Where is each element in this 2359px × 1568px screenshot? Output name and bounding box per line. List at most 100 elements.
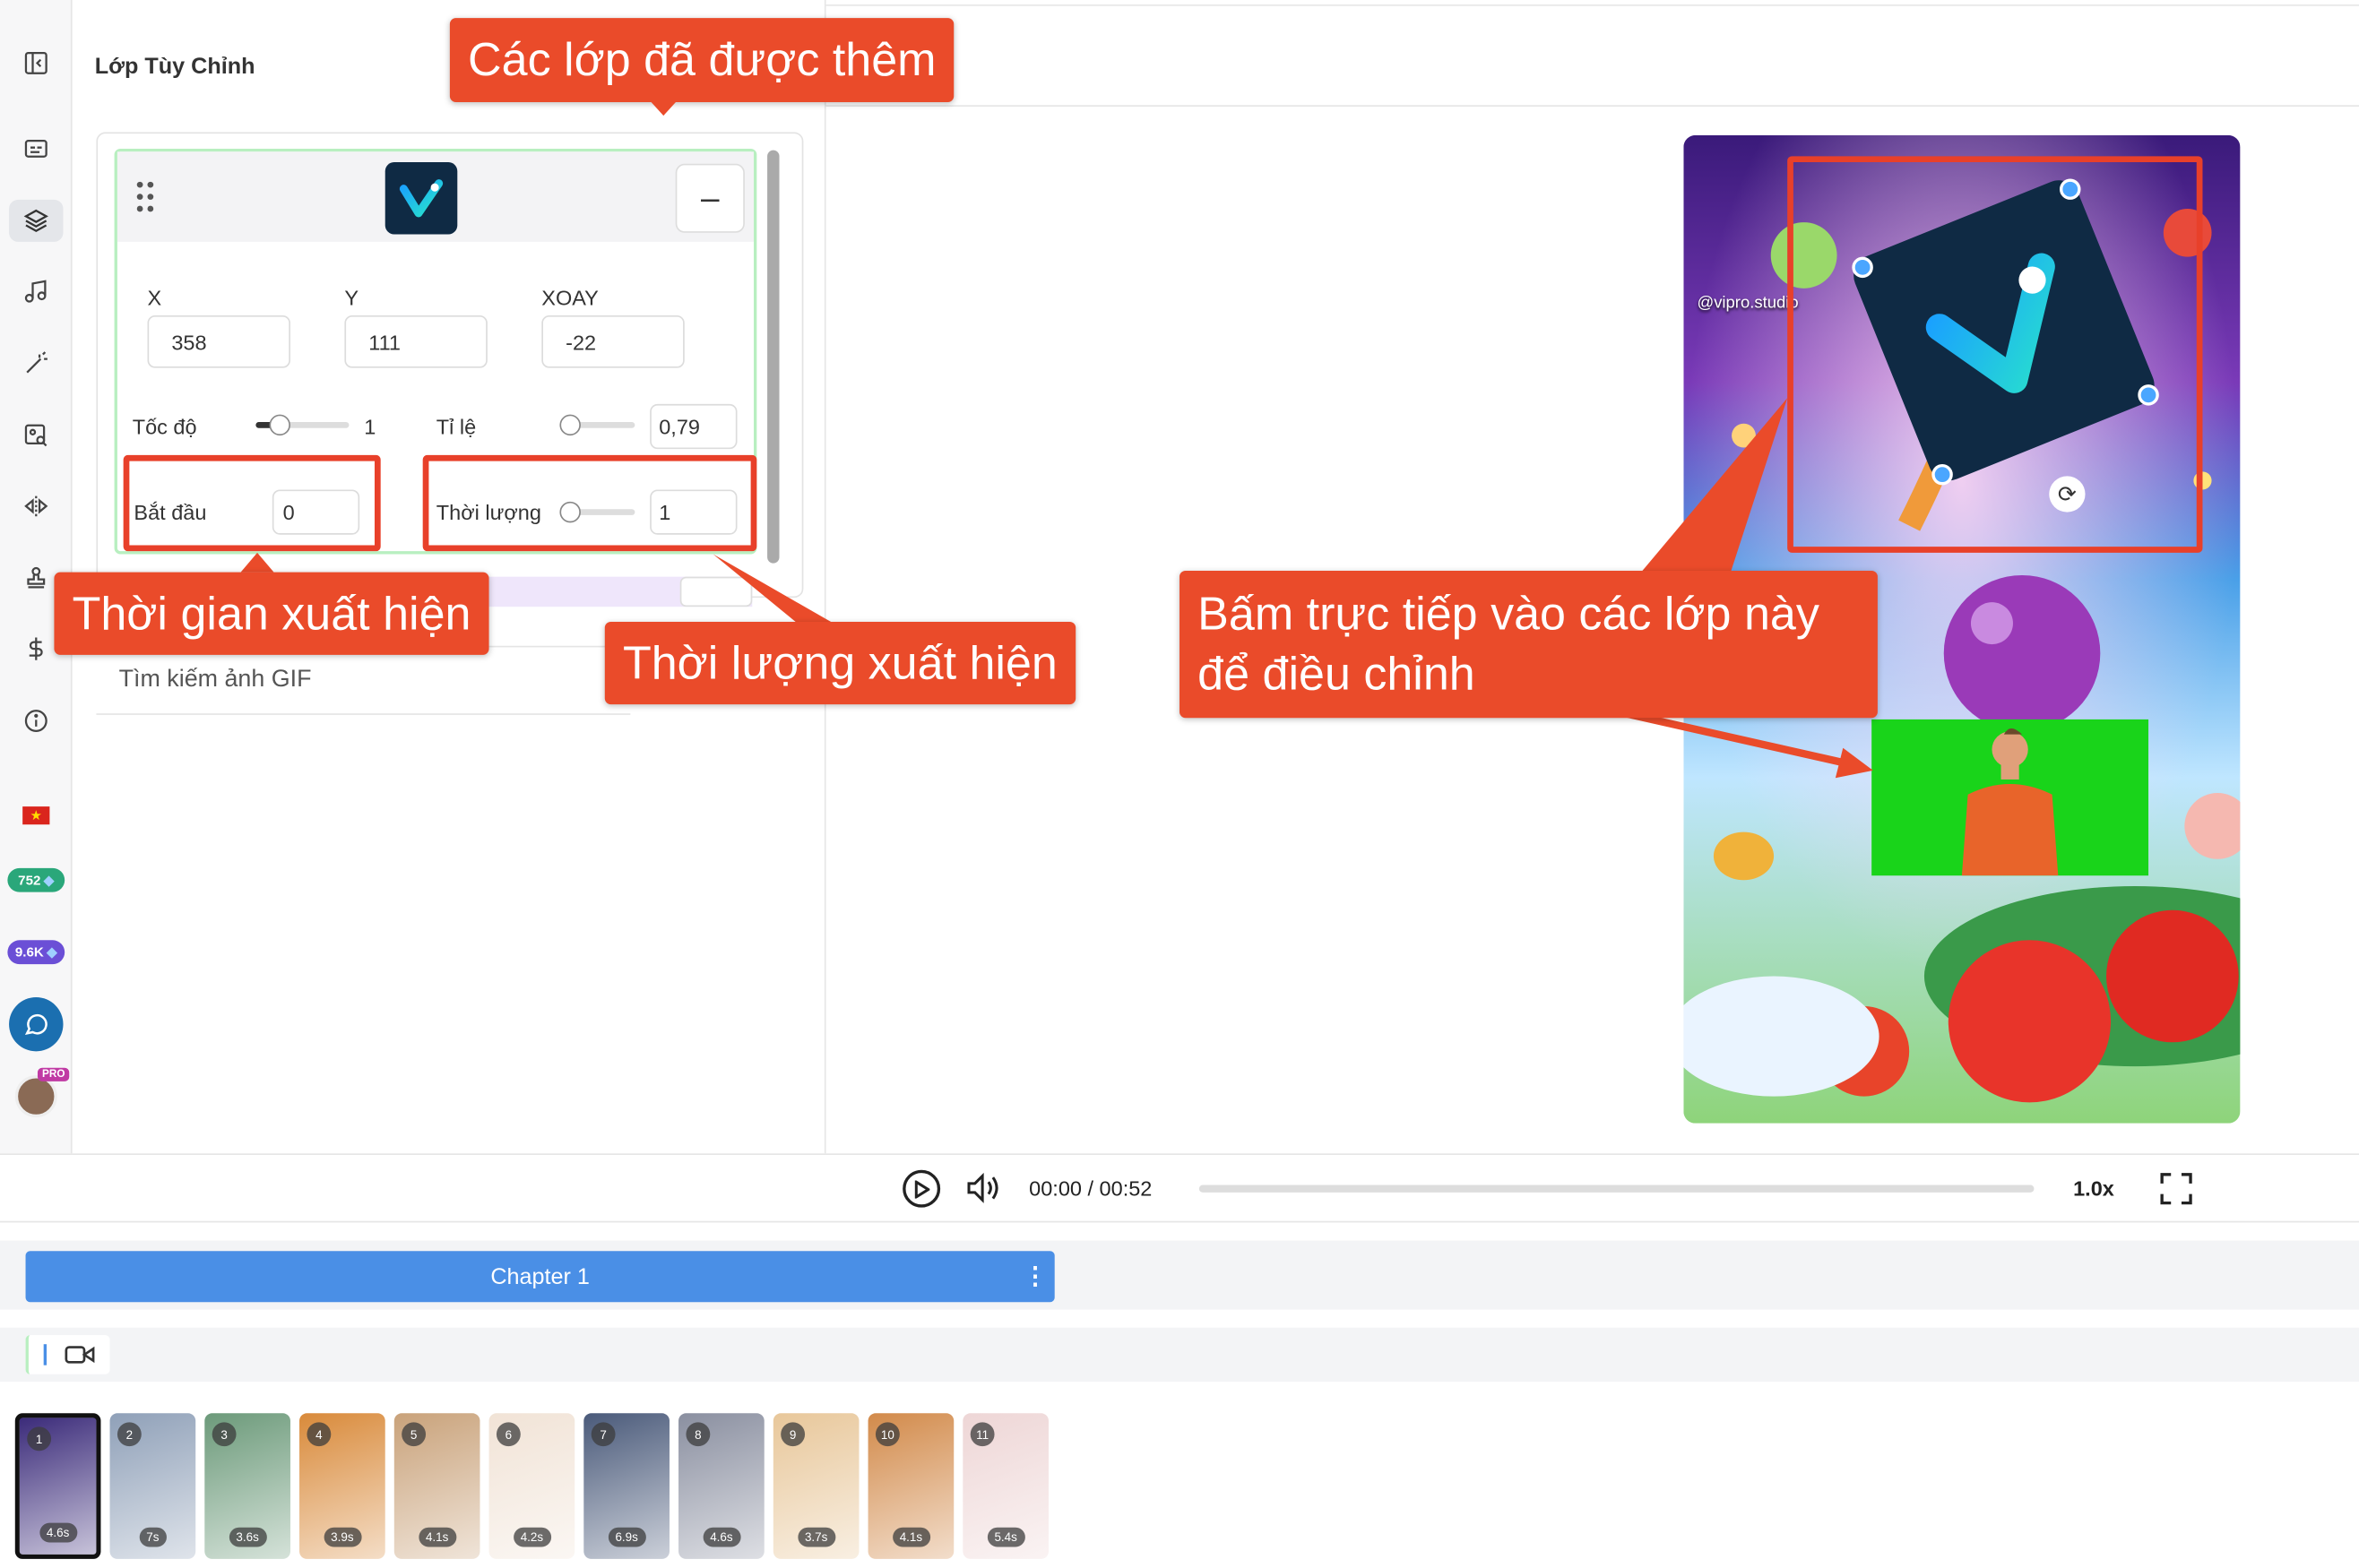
scene-thumbnail[interactable]: 8 4.6s xyxy=(678,1413,765,1559)
scene-duration: 5.4s xyxy=(987,1527,1025,1547)
user-avatar[interactable] xyxy=(14,1075,57,1118)
credit-badge-2: 9.6K ◆ xyxy=(7,940,65,965)
scene-thumbnail[interactable]: 6 4.2s xyxy=(488,1413,575,1559)
drag-handle-icon[interactable] xyxy=(136,181,159,215)
scale-input[interactable]: 0,79 xyxy=(650,403,738,450)
diamond-icon: ◆ xyxy=(43,872,55,887)
speed-slider[interactable] xyxy=(255,414,350,436)
scene-duration: 4.1s xyxy=(892,1527,930,1547)
x-input[interactable]: 358 xyxy=(147,315,290,368)
scene-number: 11 xyxy=(970,1422,995,1447)
pro-badge: PRO xyxy=(37,1067,70,1081)
scene-thumbnail[interactable]: 5 4.1s xyxy=(393,1413,480,1559)
scene-number: 3 xyxy=(212,1422,237,1447)
chapter-menu-icon[interactable]: ⋮ xyxy=(1023,1262,1047,1292)
time-display: 00:00 / 00:52 xyxy=(1029,1176,1153,1201)
chat-bubble-icon xyxy=(24,1013,48,1035)
stamp-icon[interactable] xyxy=(18,560,54,596)
diamond-icon: ◆ xyxy=(47,943,57,960)
video-camera-icon xyxy=(65,1346,95,1364)
header-divider xyxy=(825,105,2359,108)
speed-value: 1 xyxy=(364,414,376,439)
fullscreen-button[interactable] xyxy=(2159,1171,2194,1206)
volume-icon xyxy=(967,1172,998,1203)
scene-duration: 4.6s xyxy=(39,1522,77,1543)
fullscreen-icon xyxy=(2160,1173,2192,1205)
scene-duration: 3.9s xyxy=(323,1527,361,1547)
scene-number: 6 xyxy=(496,1422,521,1447)
music-icon[interactable] xyxy=(18,273,54,309)
scene-number: 9 xyxy=(781,1422,806,1447)
duration-highlight-box xyxy=(422,454,757,552)
presenter-figure xyxy=(1961,728,2059,876)
scene-duration: 3.7s xyxy=(797,1527,835,1547)
rotation-label: XOAY xyxy=(541,285,599,310)
start-highlight-box xyxy=(123,454,381,552)
layers-icon[interactable] xyxy=(9,199,64,242)
volume-button[interactable] xyxy=(964,1170,1004,1206)
v-logo-icon xyxy=(399,179,444,218)
callout-pointer xyxy=(713,554,834,624)
rotation-input[interactable]: -22 xyxy=(541,315,685,368)
playback-speed[interactable]: 1.0x xyxy=(2073,1176,2114,1200)
y-input[interactable]: 111 xyxy=(344,315,488,368)
scale-slider-knob[interactable] xyxy=(559,414,581,436)
layer-thumbnail-logo xyxy=(385,162,458,235)
callout-appear-duration: Thời lượng xuất hiện xyxy=(604,621,1076,705)
video-track xyxy=(0,1327,2359,1383)
scene-number: 5 xyxy=(402,1422,427,1447)
callout-click-layers: Bấm trực tiếp vào các lớp này để điều ch… xyxy=(1180,570,1878,719)
scene-thumbnail[interactable]: 4 3.9s xyxy=(299,1413,385,1559)
scene-duration: 3.6s xyxy=(229,1527,267,1547)
scene-number: 10 xyxy=(875,1422,900,1447)
scene-duration: 4.2s xyxy=(513,1527,551,1547)
panel-title: Lớp Tùy Chỉnh xyxy=(94,54,255,80)
watermark-text: @vipro.studio xyxy=(1697,294,1799,313)
scene-thumbnail[interactable]: 2 7s xyxy=(109,1413,196,1559)
seek-bar[interactable] xyxy=(1198,1185,2035,1193)
scene-thumbnail[interactable]: 1 4.6s xyxy=(14,1413,101,1559)
callout-added-layers: Các lớp đã được thêm xyxy=(449,18,955,102)
chapter-block[interactable]: Chapter 1 xyxy=(25,1251,1055,1303)
subtitles-icon[interactable] xyxy=(18,131,54,167)
image-search-icon[interactable] xyxy=(18,418,54,453)
callout-appear-time: Thời gian xuất hiện xyxy=(54,572,489,655)
scene-duration: 4.1s xyxy=(418,1527,456,1547)
scene-number: 4 xyxy=(307,1422,332,1447)
scene-thumbnail[interactable]: 9 3.7s xyxy=(773,1413,860,1559)
scene-thumbnail[interactable]: 3 3.6s xyxy=(204,1413,290,1559)
speed-slider-knob[interactable] xyxy=(269,414,290,436)
video-layer-on-canvas[interactable] xyxy=(1871,719,2149,876)
scene-thumbnail[interactable]: 10 4.1s xyxy=(868,1413,955,1559)
magic-wand-icon[interactable] xyxy=(18,346,54,382)
panel-scrollbar[interactable] xyxy=(767,150,780,564)
scene-number: 8 xyxy=(686,1422,711,1447)
info-icon[interactable] xyxy=(18,702,54,738)
scale-label: Tỉ lệ xyxy=(436,414,477,439)
scene-duration: 4.6s xyxy=(702,1527,740,1547)
play-button[interactable] xyxy=(903,1169,941,1208)
scene-number: 7 xyxy=(591,1422,616,1447)
x-label: X xyxy=(147,285,162,310)
play-icon xyxy=(913,1179,929,1198)
collapse-sidebar-icon[interactable] xyxy=(18,45,54,81)
scene-duration: 6.9s xyxy=(608,1527,646,1547)
video-clip[interactable] xyxy=(25,1335,110,1374)
scene-number: 2 xyxy=(117,1422,142,1447)
callout-pointer xyxy=(648,99,679,116)
scene-thumbnail[interactable]: 7 6.9s xyxy=(583,1413,670,1559)
gif-search-input[interactable]: Tìm kiếm ảnh GIF xyxy=(96,645,631,715)
chat-button[interactable] xyxy=(9,996,64,1052)
dollar-icon[interactable] xyxy=(18,631,54,667)
remove-layer-button[interactable]: – xyxy=(675,163,745,233)
scale-slider[interactable] xyxy=(559,414,635,436)
vietnam-flag-icon[interactable]: ★ xyxy=(22,806,50,825)
flip-icon[interactable] xyxy=(18,488,54,524)
scene-duration: 7s xyxy=(138,1527,167,1547)
callout-pointer xyxy=(240,552,274,573)
top-border xyxy=(825,4,2359,6)
speed-label: Tốc độ xyxy=(132,414,197,439)
y-label: Y xyxy=(344,285,359,310)
scene-number: 1 xyxy=(27,1426,52,1452)
scene-thumbnail[interactable]: 11 5.4s xyxy=(963,1413,1049,1559)
